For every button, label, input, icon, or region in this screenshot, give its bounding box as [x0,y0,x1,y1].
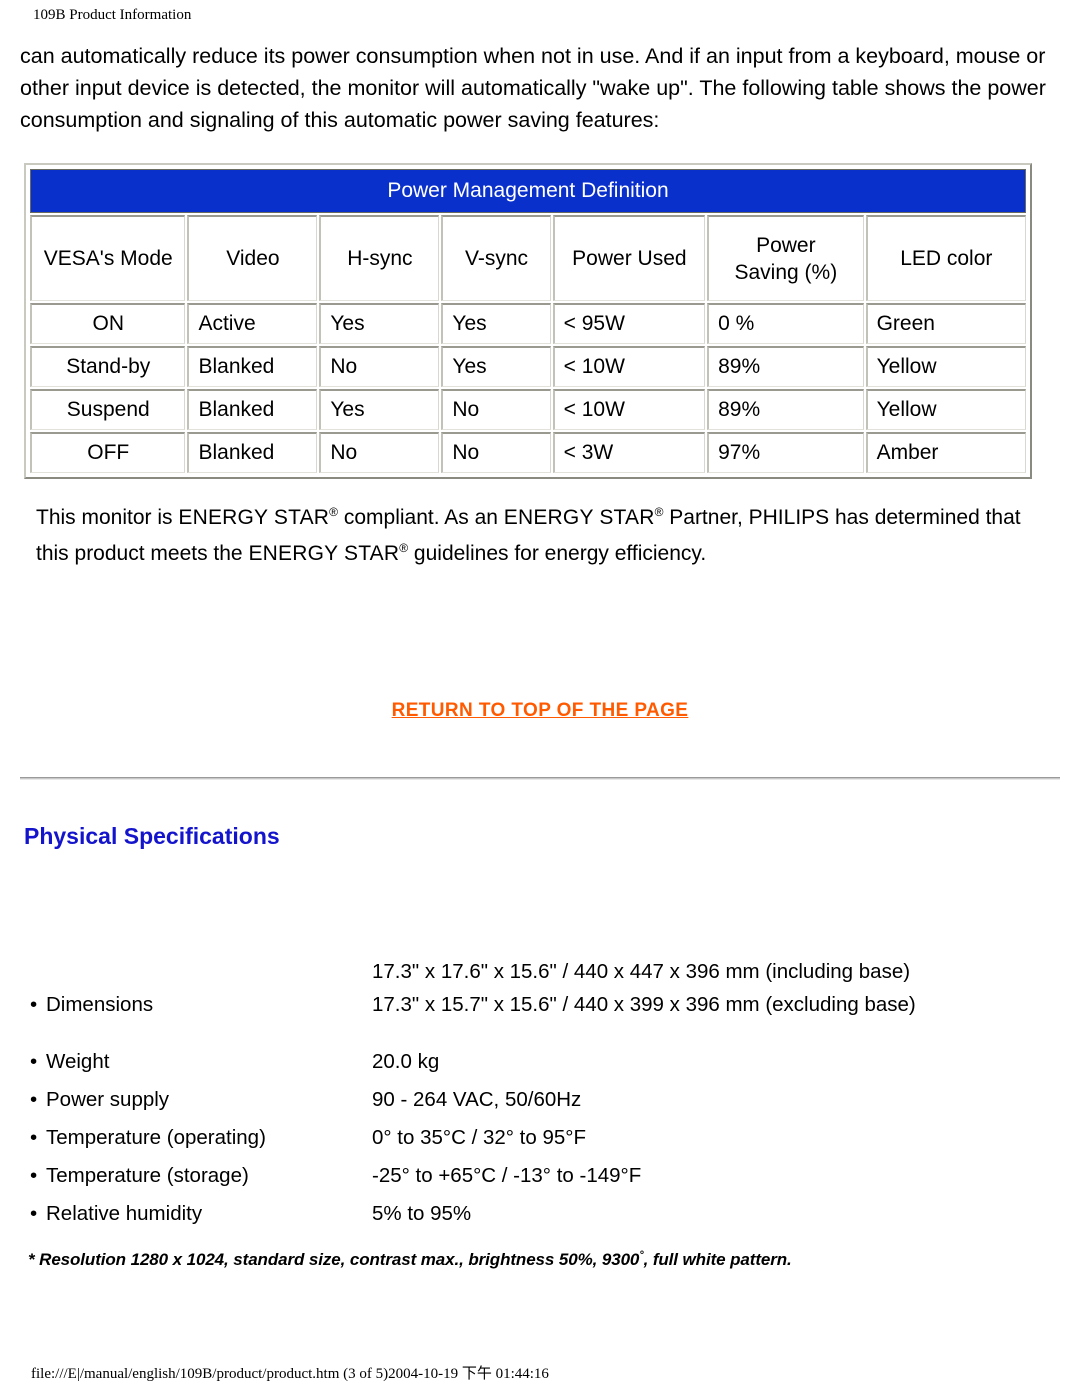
return-to-top-link[interactable]: RETURN TO TOP OF THE PAGE [392,700,689,721]
cell-power-used: < 10W [552,346,706,387]
table-row: OFF Blanked No No < 3W 97% Amber [30,432,1026,473]
spec-label: • Relative humidity [30,1195,372,1233]
col-header-h-sync: H-sync [319,215,440,301]
bullet-icon: • [30,1088,38,1111]
table-header-row: VESA's Mode Video H-sync V-sync Power Us… [30,215,1026,301]
cell-led-color: Yellow [865,346,1026,387]
estar-brand-3: ENERGY STAR [248,542,400,565]
spec-label-text: Power supply [46,1088,170,1111]
power-management-table: Power Management Definition VESA's Mode … [24,163,1032,479]
spec-label: • Power supply [30,1081,372,1119]
cell-video: Active [187,303,318,344]
page-title: Physical Specifications [24,823,280,849]
bullet-icon: • [30,993,38,1016]
spec-label: • Dimensions [30,955,372,1021]
cell-v-sync: Yes [441,346,551,387]
spec-label: • Weight [30,1043,372,1081]
cell-video: Blanked [187,432,318,473]
return-to-top-container: RETURN TO TOP OF THE PAGE [0,700,1080,722]
cell-v-sync: No [441,389,551,430]
cell-h-sync: Yes [319,389,440,430]
spec-label: • Temperature (storage) [30,1157,372,1195]
col-header-power-saving: Power Saving (%) [707,215,864,301]
energy-star-paragraph: This monitor is ENERGY STAR® compliant. … [36,500,1046,572]
cell-led-color: Amber [865,432,1026,473]
bullet-icon: • [30,1164,38,1187]
registered-mark-icon: ® [399,541,409,555]
intro-paragraph: can automatically reduce its power consu… [20,44,1046,132]
cell-power-used: < 95W [552,303,706,344]
table-row: Suspend Blanked Yes No < 10W 89% Yellow [30,389,1026,430]
col-header-v-sync: V-sync [441,215,551,301]
col-header-power-used: Power Used [552,215,706,301]
col-header-power-saving-line2: Saving (%) [734,260,838,284]
spec-label-text: Relative humidity [46,1202,203,1225]
estar-brand-2: ENERGY STAR [503,506,655,529]
estar-text-2: compliant. As an [338,506,504,529]
bullet-icon: • [30,1050,38,1073]
table-title: Power Management Definition [30,169,1026,213]
spec-label: • Temperature (operating) [30,1119,372,1157]
estar-text-1: This monitor is [36,506,179,529]
col-header-power-saving-line1: Power [756,233,816,257]
table-row: ON Active Yes Yes < 95W 0 % Green [30,303,1026,344]
cell-led-color: Yellow [865,389,1026,430]
bullet-icon: • [30,1202,38,1225]
footer-file-path: file:///E|/manual/english/109B/product/p… [31,1366,549,1382]
cell-v-sync: No [441,432,551,473]
cell-h-sync: No [319,346,440,387]
col-header-video: Video [187,215,318,301]
page-header-title: 109B Product Information [33,7,192,23]
table-title-row: Power Management Definition [30,169,1026,213]
cell-video: Blanked [187,389,318,430]
spec-label-text: Dimensions [46,993,154,1016]
table-row: Stand-by Blanked No Yes < 10W 89% Yellow [30,346,1026,387]
spec-label-text: Temperature (operating) [46,1126,266,1149]
cell-v-sync: Yes [441,303,551,344]
cell-power-saving: 97% [707,432,864,473]
cell-mode: Stand-by [30,346,186,387]
spec-label-text: Weight [46,1050,110,1073]
spec-value: 20.0 kg [372,1050,440,1073]
cell-video: Blanked [187,346,318,387]
footnote-text-after: , full white pattern. [643,1250,792,1269]
physical-specifications-list: • Dimensions 17.3" x 17.6" x 15.6" / 440 … [30,955,1050,1233]
cell-mode: ON [30,303,186,344]
cell-led-color: Green [865,303,1026,344]
registered-mark-icon: ® [329,505,339,519]
list-item: • Temperature (storage) -25° to +65°C / -… [30,1157,1050,1195]
cell-power-saving: 89% [707,346,864,387]
spec-value: 0° to 35°C / 32° to 95°F [372,1126,586,1149]
list-item: • Relative humidity 5% to 95% [30,1195,1050,1233]
spec-value: -25° to +65°C / -13° to -149°F [372,1164,642,1187]
cell-power-saving: 0 % [707,303,864,344]
spec-label-text: Temperature (storage) [46,1164,249,1187]
list-item: • Power supply 90 - 264 VAC, 50/60Hz [30,1081,1050,1119]
estar-text-4: guidelines for energy efficiency. [408,542,707,565]
col-header-led-color: LED color [865,215,1026,301]
spec-value: 5% to 95% [372,1202,472,1225]
list-item: • Weight 20.0 kg [30,1043,1050,1081]
cell-mode: OFF [30,432,186,473]
spec-value: 90 - 264 VAC, 50/60Hz [372,1088,582,1111]
cell-h-sync: Yes [319,303,440,344]
footnote-text-before: * Resolution 1280 x 1024, standard size,… [28,1250,640,1269]
col-header-vesa-mode: VESA's Mode [30,215,186,301]
cell-power-used: < 3W [552,432,706,473]
cell-mode: Suspend [30,389,186,430]
list-item: • Temperature (operating) 0° to 35°C / 32… [30,1119,1050,1157]
cell-h-sync: No [319,432,440,473]
cell-power-used: < 10W [552,389,706,430]
bullet-icon: • [30,1126,38,1149]
resolution-footnote: * Resolution 1280 x 1024, standard size,… [28,1250,792,1270]
estar-brand-1: ENERGY STAR [178,506,330,529]
spec-value: 17.3" x 17.6" x 15.6" / 440 x 447 x 396 … [372,960,916,1016]
cell-power-saving: 89% [707,389,864,430]
section-divider [20,777,1060,780]
list-item: • Dimensions 17.3" x 17.6" x 15.6" / 440 … [30,955,1050,1021]
